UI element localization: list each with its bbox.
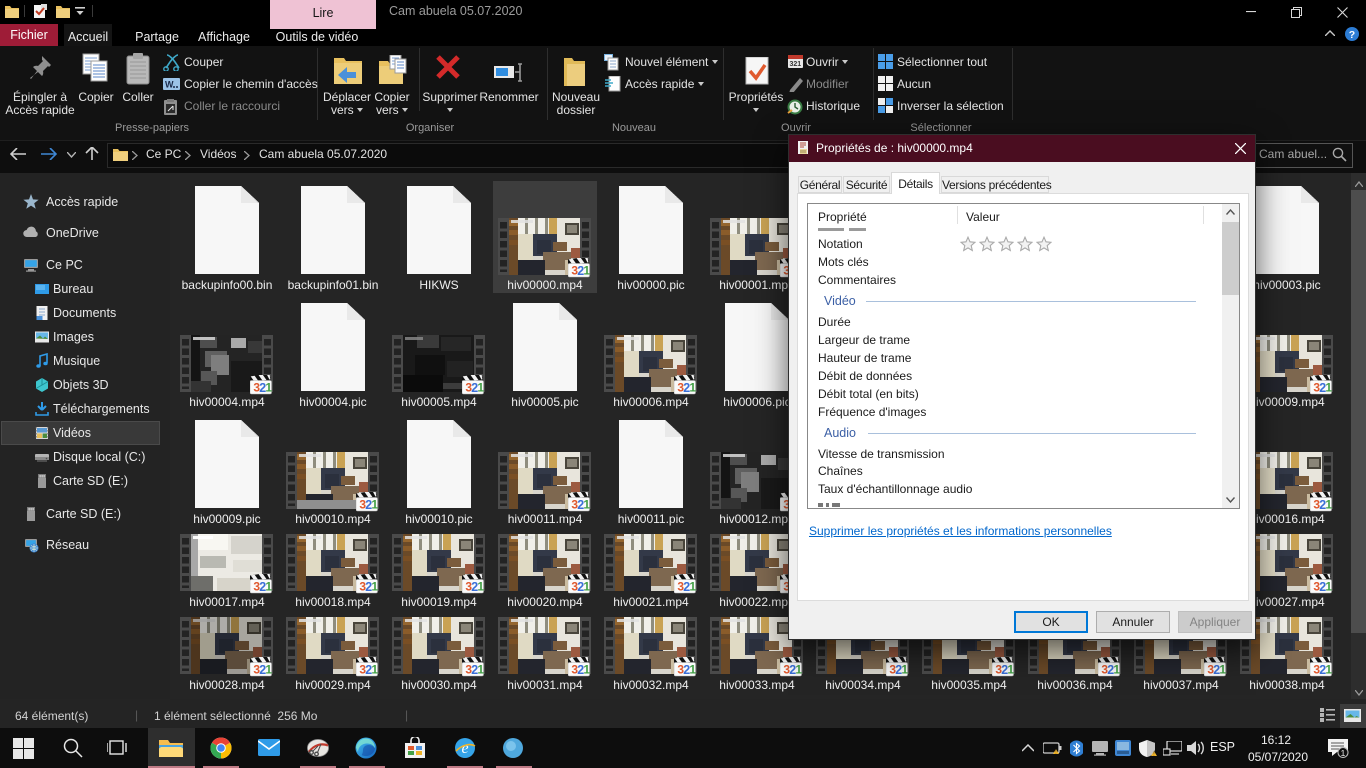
svg-text:1: 1 — [1341, 748, 1346, 758]
svg-text:e: e — [461, 740, 468, 757]
svg-text:!: ! — [1055, 750, 1056, 755]
svg-text:?: ? — [1349, 29, 1355, 41]
svg-text:W: W — [165, 80, 174, 90]
svg-text:321: 321 — [790, 61, 802, 68]
svg-text:!: ! — [1153, 752, 1154, 757]
